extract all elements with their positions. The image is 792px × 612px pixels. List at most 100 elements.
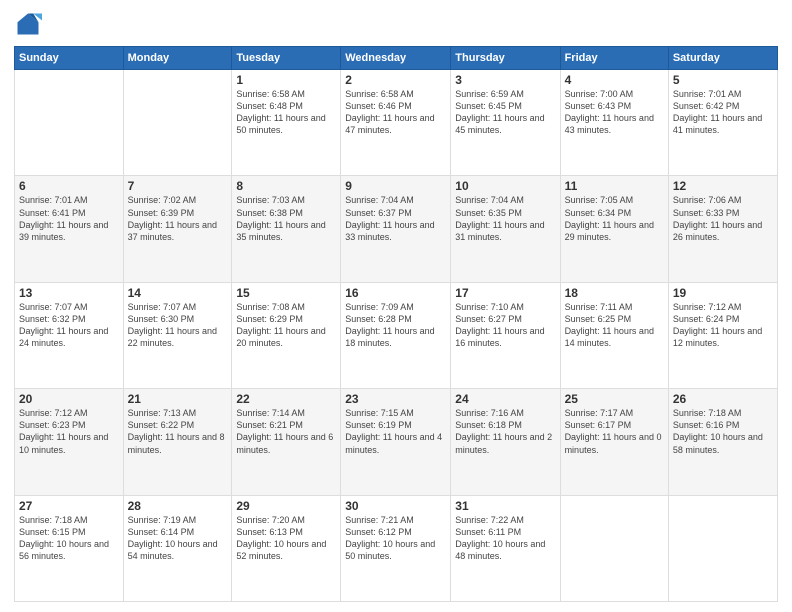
day-number: 13 bbox=[19, 286, 119, 300]
day-number: 10 bbox=[455, 179, 555, 193]
day-info: Sunrise: 7:12 AMSunset: 6:24 PMDaylight:… bbox=[673, 301, 773, 350]
day-number: 6 bbox=[19, 179, 119, 193]
day-info: Sunrise: 7:09 AMSunset: 6:28 PMDaylight:… bbox=[345, 301, 446, 350]
day-info: Sunrise: 7:06 AMSunset: 6:33 PMDaylight:… bbox=[673, 194, 773, 243]
day-cell: 5Sunrise: 7:01 AMSunset: 6:42 PMDaylight… bbox=[668, 70, 777, 176]
day-info: Sunrise: 7:22 AMSunset: 6:11 PMDaylight:… bbox=[455, 514, 555, 563]
day-cell: 3Sunrise: 6:59 AMSunset: 6:45 PMDaylight… bbox=[451, 70, 560, 176]
day-info: Sunrise: 7:02 AMSunset: 6:39 PMDaylight:… bbox=[128, 194, 228, 243]
day-info: Sunrise: 7:20 AMSunset: 6:13 PMDaylight:… bbox=[236, 514, 336, 563]
day-number: 17 bbox=[455, 286, 555, 300]
day-cell: 27Sunrise: 7:18 AMSunset: 6:15 PMDayligh… bbox=[15, 495, 124, 601]
day-info: Sunrise: 6:58 AMSunset: 6:46 PMDaylight:… bbox=[345, 88, 446, 137]
day-info: Sunrise: 7:01 AMSunset: 6:42 PMDaylight:… bbox=[673, 88, 773, 137]
day-cell: 4Sunrise: 7:00 AMSunset: 6:43 PMDaylight… bbox=[560, 70, 668, 176]
day-cell: 30Sunrise: 7:21 AMSunset: 6:12 PMDayligh… bbox=[341, 495, 451, 601]
week-row-3: 20Sunrise: 7:12 AMSunset: 6:23 PMDayligh… bbox=[15, 389, 778, 495]
day-number: 27 bbox=[19, 499, 119, 513]
day-cell bbox=[560, 495, 668, 601]
week-row-4: 27Sunrise: 7:18 AMSunset: 6:15 PMDayligh… bbox=[15, 495, 778, 601]
day-info: Sunrise: 7:13 AMSunset: 6:22 PMDaylight:… bbox=[128, 407, 228, 456]
day-info: Sunrise: 7:18 AMSunset: 6:15 PMDaylight:… bbox=[19, 514, 119, 563]
day-cell: 18Sunrise: 7:11 AMSunset: 6:25 PMDayligh… bbox=[560, 282, 668, 388]
day-info: Sunrise: 7:16 AMSunset: 6:18 PMDaylight:… bbox=[455, 407, 555, 456]
day-number: 15 bbox=[236, 286, 336, 300]
day-info: Sunrise: 7:14 AMSunset: 6:21 PMDaylight:… bbox=[236, 407, 336, 456]
day-number: 22 bbox=[236, 392, 336, 406]
day-cell: 8Sunrise: 7:03 AMSunset: 6:38 PMDaylight… bbox=[232, 176, 341, 282]
day-number: 1 bbox=[236, 73, 336, 87]
day-info: Sunrise: 7:12 AMSunset: 6:23 PMDaylight:… bbox=[19, 407, 119, 456]
day-info: Sunrise: 7:03 AMSunset: 6:38 PMDaylight:… bbox=[236, 194, 336, 243]
day-cell: 12Sunrise: 7:06 AMSunset: 6:33 PMDayligh… bbox=[668, 176, 777, 282]
day-cell: 2Sunrise: 6:58 AMSunset: 6:46 PMDaylight… bbox=[341, 70, 451, 176]
day-info: Sunrise: 7:05 AMSunset: 6:34 PMDaylight:… bbox=[565, 194, 664, 243]
day-number: 14 bbox=[128, 286, 228, 300]
day-number: 8 bbox=[236, 179, 336, 193]
day-number: 18 bbox=[565, 286, 664, 300]
day-info: Sunrise: 6:58 AMSunset: 6:48 PMDaylight:… bbox=[236, 88, 336, 137]
day-cell: 24Sunrise: 7:16 AMSunset: 6:18 PMDayligh… bbox=[451, 389, 560, 495]
day-info: Sunrise: 7:15 AMSunset: 6:19 PMDaylight:… bbox=[345, 407, 446, 456]
day-number: 28 bbox=[128, 499, 228, 513]
day-cell: 29Sunrise: 7:20 AMSunset: 6:13 PMDayligh… bbox=[232, 495, 341, 601]
day-number: 19 bbox=[673, 286, 773, 300]
day-info: Sunrise: 7:10 AMSunset: 6:27 PMDaylight:… bbox=[455, 301, 555, 350]
day-cell: 1Sunrise: 6:58 AMSunset: 6:48 PMDaylight… bbox=[232, 70, 341, 176]
day-cell: 31Sunrise: 7:22 AMSunset: 6:11 PMDayligh… bbox=[451, 495, 560, 601]
day-cell: 16Sunrise: 7:09 AMSunset: 6:28 PMDayligh… bbox=[341, 282, 451, 388]
day-info: Sunrise: 7:04 AMSunset: 6:37 PMDaylight:… bbox=[345, 194, 446, 243]
day-number: 7 bbox=[128, 179, 228, 193]
day-cell bbox=[668, 495, 777, 601]
day-cell: 19Sunrise: 7:12 AMSunset: 6:24 PMDayligh… bbox=[668, 282, 777, 388]
day-info: Sunrise: 7:19 AMSunset: 6:14 PMDaylight:… bbox=[128, 514, 228, 563]
day-info: Sunrise: 7:11 AMSunset: 6:25 PMDaylight:… bbox=[565, 301, 664, 350]
day-number: 29 bbox=[236, 499, 336, 513]
day-number: 21 bbox=[128, 392, 228, 406]
day-info: Sunrise: 7:07 AMSunset: 6:32 PMDaylight:… bbox=[19, 301, 119, 350]
day-cell: 20Sunrise: 7:12 AMSunset: 6:23 PMDayligh… bbox=[15, 389, 124, 495]
day-cell: 14Sunrise: 7:07 AMSunset: 6:30 PMDayligh… bbox=[123, 282, 232, 388]
day-info: Sunrise: 6:59 AMSunset: 6:45 PMDaylight:… bbox=[455, 88, 555, 137]
day-number: 16 bbox=[345, 286, 446, 300]
day-info: Sunrise: 7:00 AMSunset: 6:43 PMDaylight:… bbox=[565, 88, 664, 137]
day-number: 11 bbox=[565, 179, 664, 193]
logo-icon bbox=[14, 10, 42, 38]
weekday-wednesday: Wednesday bbox=[341, 47, 451, 70]
day-info: Sunrise: 7:01 AMSunset: 6:41 PMDaylight:… bbox=[19, 194, 119, 243]
day-cell: 23Sunrise: 7:15 AMSunset: 6:19 PMDayligh… bbox=[341, 389, 451, 495]
week-row-1: 6Sunrise: 7:01 AMSunset: 6:41 PMDaylight… bbox=[15, 176, 778, 282]
day-number: 3 bbox=[455, 73, 555, 87]
week-row-0: 1Sunrise: 6:58 AMSunset: 6:48 PMDaylight… bbox=[15, 70, 778, 176]
day-cell: 26Sunrise: 7:18 AMSunset: 6:16 PMDayligh… bbox=[668, 389, 777, 495]
day-info: Sunrise: 7:07 AMSunset: 6:30 PMDaylight:… bbox=[128, 301, 228, 350]
day-number: 23 bbox=[345, 392, 446, 406]
weekday-thursday: Thursday bbox=[451, 47, 560, 70]
day-number: 30 bbox=[345, 499, 446, 513]
header bbox=[14, 10, 778, 38]
day-cell: 21Sunrise: 7:13 AMSunset: 6:22 PMDayligh… bbox=[123, 389, 232, 495]
day-number: 26 bbox=[673, 392, 773, 406]
day-cell: 9Sunrise: 7:04 AMSunset: 6:37 PMDaylight… bbox=[341, 176, 451, 282]
day-number: 9 bbox=[345, 179, 446, 193]
day-info: Sunrise: 7:17 AMSunset: 6:17 PMDaylight:… bbox=[565, 407, 664, 456]
day-cell: 11Sunrise: 7:05 AMSunset: 6:34 PMDayligh… bbox=[560, 176, 668, 282]
day-number: 12 bbox=[673, 179, 773, 193]
logo bbox=[14, 10, 46, 38]
day-cell: 13Sunrise: 7:07 AMSunset: 6:32 PMDayligh… bbox=[15, 282, 124, 388]
day-number: 20 bbox=[19, 392, 119, 406]
weekday-monday: Monday bbox=[123, 47, 232, 70]
week-row-2: 13Sunrise: 7:07 AMSunset: 6:32 PMDayligh… bbox=[15, 282, 778, 388]
weekday-tuesday: Tuesday bbox=[232, 47, 341, 70]
day-info: Sunrise: 7:18 AMSunset: 6:16 PMDaylight:… bbox=[673, 407, 773, 456]
day-number: 4 bbox=[565, 73, 664, 87]
day-cell: 10Sunrise: 7:04 AMSunset: 6:35 PMDayligh… bbox=[451, 176, 560, 282]
day-number: 31 bbox=[455, 499, 555, 513]
day-cell: 25Sunrise: 7:17 AMSunset: 6:17 PMDayligh… bbox=[560, 389, 668, 495]
day-cell: 17Sunrise: 7:10 AMSunset: 6:27 PMDayligh… bbox=[451, 282, 560, 388]
weekday-friday: Friday bbox=[560, 47, 668, 70]
day-info: Sunrise: 7:08 AMSunset: 6:29 PMDaylight:… bbox=[236, 301, 336, 350]
day-number: 24 bbox=[455, 392, 555, 406]
calendar-table: SundayMondayTuesdayWednesdayThursdayFrid… bbox=[14, 46, 778, 602]
day-number: 2 bbox=[345, 73, 446, 87]
